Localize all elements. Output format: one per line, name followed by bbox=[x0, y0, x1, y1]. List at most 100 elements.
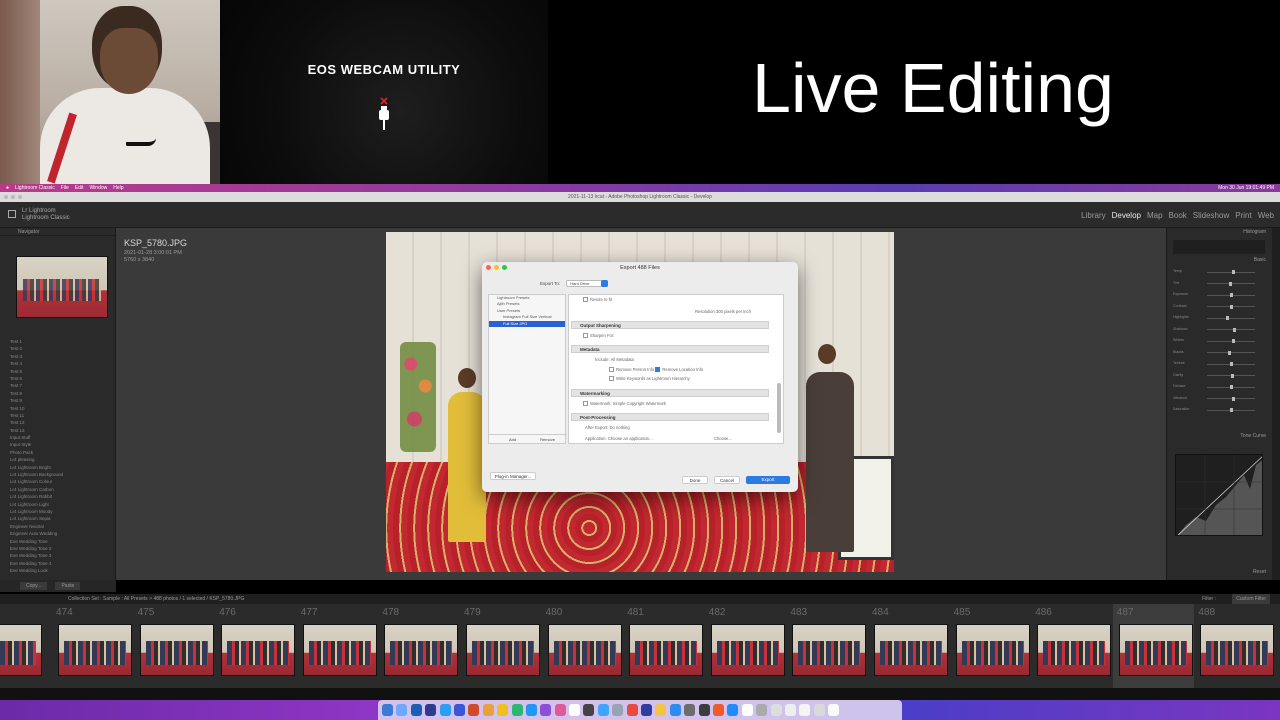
develop-slider[interactable]: Shadows bbox=[1173, 327, 1265, 332]
tone-curve-graph[interactable] bbox=[1175, 454, 1263, 536]
dock-app-icon[interactable] bbox=[698, 704, 710, 716]
slider-knob[interactable] bbox=[1228, 281, 1232, 286]
right-scrollbar[interactable] bbox=[1272, 228, 1280, 580]
settings-scrollbar[interactable] bbox=[777, 383, 781, 433]
slider-track[interactable] bbox=[1207, 317, 1255, 319]
module-print[interactable]: Print bbox=[1235, 211, 1251, 220]
filmstrip-thumbnail[interactable] bbox=[874, 624, 948, 676]
develop-slider[interactable]: Texture bbox=[1173, 361, 1265, 366]
watermarking-section[interactable]: Watermarking bbox=[571, 389, 769, 397]
add-preset-button[interactable]: Add bbox=[509, 435, 516, 443]
dock-app-icon[interactable] bbox=[453, 704, 465, 716]
include-select[interactable]: All Metadata bbox=[611, 357, 634, 362]
dock-app-icon[interactable] bbox=[669, 704, 681, 716]
dock-app-icon[interactable] bbox=[784, 704, 796, 716]
watermark-select[interactable]: Simple Copyright Watermark bbox=[613, 401, 666, 406]
after-export-select[interactable]: Do nothing bbox=[609, 425, 629, 430]
slider-knob[interactable] bbox=[1232, 396, 1236, 401]
develop-slider[interactable]: Exposure bbox=[1173, 292, 1265, 297]
preset-tree-item[interactable]: Lr4 Lightroom Moody bbox=[10, 508, 110, 515]
module-book[interactable]: Book bbox=[1169, 211, 1187, 220]
paste-button[interactable]: Paste bbox=[55, 582, 81, 590]
preset-tree-item[interactable]: Test 9 bbox=[10, 397, 110, 404]
dock-app-icon[interactable] bbox=[756, 704, 768, 716]
dock-app-icon[interactable] bbox=[741, 704, 753, 716]
preset-tree-item[interactable]: Lr4 pleasing bbox=[10, 456, 110, 463]
menu-file[interactable]: File bbox=[61, 185, 69, 191]
filmstrip-cell[interactable]: 474 bbox=[52, 604, 133, 688]
slider-track[interactable] bbox=[1207, 352, 1255, 353]
export-button[interactable]: Export bbox=[746, 476, 790, 484]
preset-tree-item[interactable]: Test 5 bbox=[10, 368, 110, 375]
choose-button[interactable]: Choose... bbox=[714, 436, 732, 441]
filmstrip-thumbnail[interactable] bbox=[1118, 624, 1193, 676]
preset-tree-item[interactable]: Test 6 bbox=[10, 375, 110, 382]
filmstrip-thumbnail[interactable] bbox=[1200, 624, 1275, 676]
basic-header[interactable]: Basic bbox=[1254, 256, 1272, 264]
develop-slider[interactable]: Temp bbox=[1173, 269, 1265, 274]
filmstrip-thumbnail[interactable] bbox=[629, 624, 704, 676]
output-sharpening-section[interactable]: Output Sharpening bbox=[571, 321, 769, 329]
slider-knob[interactable] bbox=[1227, 350, 1231, 355]
develop-slider[interactable]: Whites bbox=[1173, 338, 1265, 343]
filmstrip-thumbnail[interactable] bbox=[792, 624, 867, 676]
remove-location-checkbox[interactable] bbox=[655, 367, 661, 373]
navigator-header[interactable]: Navigator bbox=[0, 228, 115, 236]
preset-tree-item[interactable]: Eve Wedding Look bbox=[10, 567, 110, 574]
zoom-window-icon[interactable] bbox=[18, 195, 22, 199]
dock-app-icon[interactable] bbox=[382, 704, 393, 716]
preset-tree-item[interactable]: Lr4 Lightroom Light bbox=[10, 501, 110, 508]
export-to-select[interactable]: Hard Drive bbox=[566, 280, 609, 287]
develop-slider[interactable]: Clarity bbox=[1173, 373, 1265, 378]
filmstrip-cell[interactable]: 480 bbox=[542, 604, 623, 688]
menubar-clock[interactable]: Mon 30 Jun 19:01:49 PM bbox=[1218, 185, 1274, 191]
preset-tree-item[interactable]: Eve Wedding Tone 2 bbox=[10, 545, 110, 552]
dock-app-icon[interactable] bbox=[497, 704, 509, 716]
dock-app-icon[interactable] bbox=[828, 704, 840, 716]
slider-knob[interactable] bbox=[1229, 385, 1233, 389]
develop-slider[interactable]: Tint bbox=[1173, 281, 1265, 286]
dock-app-icon[interactable] bbox=[554, 704, 566, 716]
preset-tree-item[interactable]: Input Stuff bbox=[10, 434, 110, 441]
preset-tree-item[interactable]: Test 8 bbox=[10, 390, 110, 397]
filmstrip-cell[interactable]: 485 bbox=[950, 604, 1031, 688]
done-button[interactable]: Done bbox=[682, 476, 708, 484]
navigator-preview[interactable] bbox=[16, 256, 108, 318]
develop-slider[interactable]: Saturation bbox=[1173, 407, 1265, 412]
preset-tree-item[interactable]: Test 12 bbox=[10, 419, 110, 426]
filmstrip-cell[interactable]: 481 bbox=[623, 604, 704, 688]
preset-tree-item[interactable]: Test 4 bbox=[10, 360, 110, 367]
preset-tree-item[interactable]: Lr4 Lightroom Colour bbox=[10, 478, 110, 485]
dock-app-icon[interactable] bbox=[684, 704, 696, 716]
preset-tree-item[interactable]: Test 7 bbox=[10, 382, 110, 389]
apple-icon[interactable]: ● bbox=[6, 185, 9, 191]
dock-app-icon[interactable] bbox=[597, 704, 609, 716]
preset-tree-item[interactable]: Test 13 bbox=[10, 427, 110, 434]
preset-tree-item[interactable]: Test 3 bbox=[10, 353, 110, 360]
copy-button[interactable]: Copy... bbox=[20, 582, 48, 590]
dock-app-icon[interactable] bbox=[655, 704, 667, 716]
filmstrip-cell[interactable]: 476 bbox=[215, 604, 296, 688]
dock-app-icon[interactable] bbox=[511, 704, 523, 716]
preset-tree-item[interactable]: Lr4 Lightroom Rabbit bbox=[10, 493, 110, 500]
dock-app-icon[interactable] bbox=[583, 704, 595, 716]
filmstrip-thumbnail[interactable] bbox=[710, 624, 785, 676]
module-map[interactable]: Map bbox=[1147, 211, 1163, 220]
reset-button[interactable]: Reset bbox=[1253, 568, 1272, 576]
filmstrip-cell[interactable]: 483 bbox=[786, 604, 867, 688]
filmstrip-thumbnail[interactable] bbox=[466, 624, 540, 676]
dock-app-icon[interactable] bbox=[641, 704, 653, 716]
slider-knob[interactable] bbox=[1229, 304, 1233, 309]
filmstrip-cell[interactable]: 488 bbox=[1194, 604, 1275, 688]
filmstrip-cell[interactable]: 482 bbox=[705, 604, 786, 688]
develop-slider[interactable]: Vibrance bbox=[1173, 396, 1265, 401]
dock-app-icon[interactable] bbox=[482, 704, 494, 716]
preset-tree-item[interactable]: Lr4 Lightroom Bright bbox=[10, 464, 110, 471]
post-processing-section[interactable]: Post-Processing bbox=[571, 413, 769, 421]
dock-app-icon[interactable] bbox=[612, 704, 624, 716]
close-dialog-icon[interactable] bbox=[486, 265, 491, 270]
module-library[interactable]: Library bbox=[1081, 211, 1105, 220]
preset-tree-item[interactable]: Lr4 Lightroom Background bbox=[10, 471, 110, 478]
slider-knob[interactable] bbox=[1231, 339, 1235, 343]
filmstrip-cell[interactable]: 477 bbox=[297, 604, 378, 688]
